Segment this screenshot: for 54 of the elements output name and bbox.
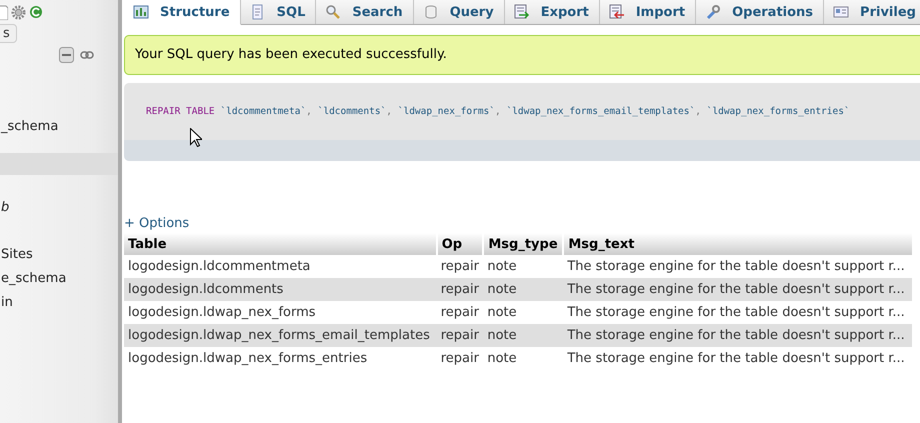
table-cell: logodesign.ldcomments: [124, 278, 437, 301]
table-cell: logodesign.ldwap_nex_forms_email_templates: [124, 324, 437, 347]
table-cell: logodesign.ldcommentmeta: [124, 255, 437, 278]
table-cell: The storage engine for the table doesn't support r...: [563, 347, 912, 370]
tree-item[interactable]: _schema: [0, 115, 58, 139]
table-cell: The storage engine for the table doesn't support r...: [563, 278, 912, 301]
tab[interactable]: Export: [504, 0, 600, 24]
link-icon[interactable]: [80, 51, 94, 59]
tree-item[interactable]: in: [0, 291, 13, 315]
document-icon: [608, 4, 625, 20]
tab[interactable]: Query: [414, 0, 505, 24]
card-icon: [833, 4, 850, 20]
collapse-icon[interactable]: [59, 47, 74, 63]
search-icon: [325, 4, 342, 20]
success-message: Your SQL query has been executed successfully.: [124, 35, 920, 75]
gear-icon[interactable]: [11, 4, 26, 20]
table-cell: note: [483, 278, 564, 301]
table-cell: repair: [436, 347, 484, 370]
column-header[interactable]: Op: [436, 233, 484, 255]
tab[interactable]: SQL: [240, 0, 316, 24]
tree-item[interactable]: e_schema: [0, 267, 66, 291]
column-header[interactable]: Table: [124, 233, 437, 255]
table-cell: note: [483, 301, 564, 324]
wrench-icon: [705, 4, 722, 20]
table-cell: The storage engine for the table doesn't support r...: [563, 255, 912, 278]
tree-item[interactable]: b: [0, 196, 10, 220]
tree-item[interactable]: Sites: [0, 243, 33, 267]
sql-query: REPAIR TABLE `ldcommentmeta`, `ldcomments`, `ldwap_nex_forms`, `ldwap_nex_forms_email_templates`, `ldwap_nex_forms_entries`: [146, 106, 850, 117]
options-link[interactable]: + Options: [124, 216, 190, 231]
tab[interactable]: Search: [316, 0, 414, 24]
document-icon[interactable]: [0, 4, 8, 20]
table-cell: note: [483, 324, 564, 347]
table-cell: logodesign.ldwap_nex_forms: [124, 301, 437, 324]
table-cell: repair: [436, 278, 484, 301]
chart-icon: [133, 4, 149, 20]
table-cell: logodesign.ldwap_nex_forms_entries: [124, 347, 437, 370]
reload-icon[interactable]: [29, 5, 43, 19]
cursor-icon: [190, 128, 202, 147]
tab[interactable]: Structure: [124, 0, 241, 25]
tab[interactable]: Privileg: [824, 0, 920, 24]
table-cell: repair: [436, 301, 484, 324]
tab[interactable]: Import: [600, 0, 696, 24]
table-cell: repair: [436, 255, 484, 278]
sidebar-button[interactable]: s: [0, 24, 17, 43]
column-header[interactable]: Msg_type: [483, 233, 564, 255]
column-header[interactable]: Msg_text: [563, 233, 912, 255]
table-cell: note: [483, 347, 564, 370]
tab[interactable]: Operations: [696, 0, 824, 24]
table-cell: note: [483, 255, 564, 278]
document-icon: [514, 4, 530, 20]
table-cell: The storage engine for the table doesn't support r...: [563, 324, 912, 347]
database-icon: [422, 4, 439, 20]
table-cell: The storage engine for the table doesn't support r...: [563, 301, 912, 324]
table-cell: repair: [436, 324, 484, 347]
